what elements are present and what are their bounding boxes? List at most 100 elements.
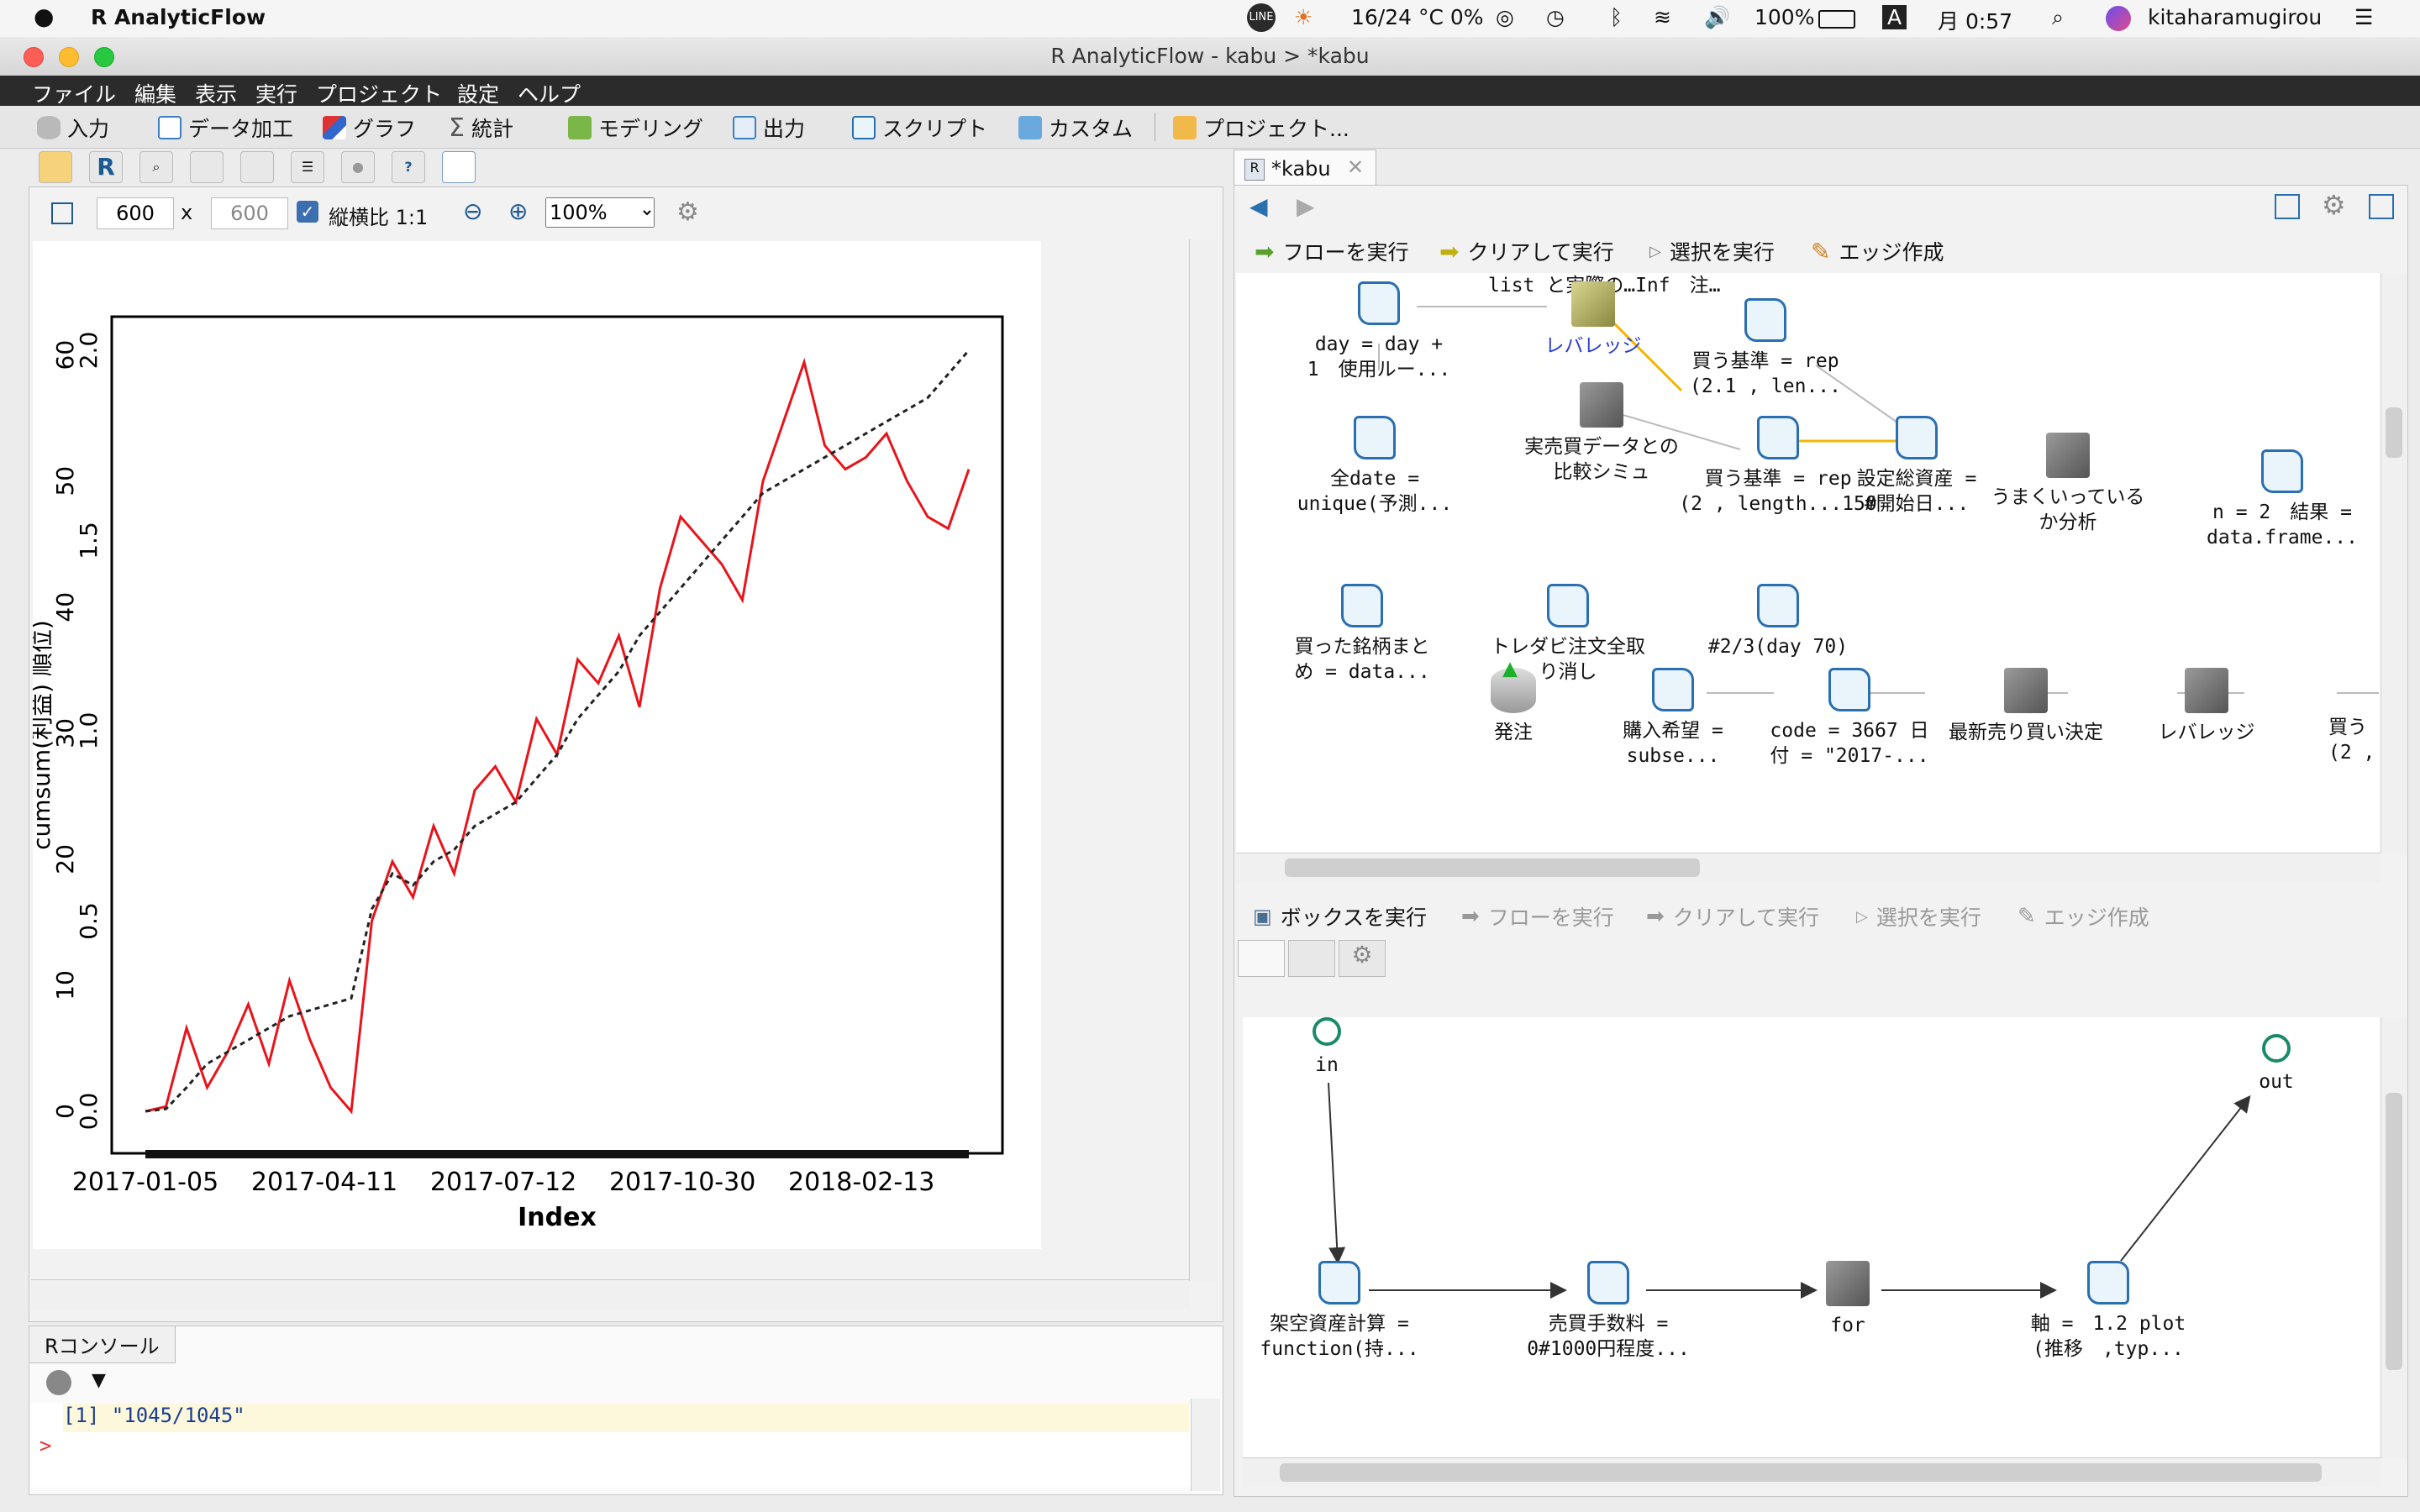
create-edge-button[interactable]: ✎ エッジ作成 — [1811, 236, 1944, 266]
flow-node-result-frame[interactable]: n = 2 結果 = data.frame... — [2186, 449, 2379, 550]
help-icon[interactable]: ? — [392, 151, 425, 183]
run-selection-button[interactable]: ▷ 選択を実行 — [1649, 236, 1775, 266]
flow-node-day[interactable]: day = day + 1 使用ルー... — [1303, 281, 1455, 382]
clear-run-button[interactable]: ➡ クリアして実行 — [1439, 236, 1614, 266]
flow-node-leverage-selected[interactable]: レバレッジ — [1530, 281, 1656, 359]
properties-icon[interactable] — [2369, 194, 2394, 219]
menu-edit[interactable]: 編集 — [134, 78, 176, 108]
plot-tab-icon[interactable] — [442, 151, 476, 183]
run-flow-button[interactable]: ➡ フローを実行 — [1255, 236, 1408, 266]
run-box-button[interactable]: ▣ ボックスを実行 — [1253, 901, 1427, 932]
toolbar-graph[interactable]: グラフ — [323, 113, 416, 143]
mac-app-name[interactable]: R AnalyticFlow — [91, 5, 266, 29]
flow-node-leverage[interactable]: レバレッジ — [2144, 668, 2270, 745]
plot-horizontal-scrollbar[interactable] — [31, 1279, 1189, 1309]
box-node-plot[interactable]: 軸 = 1.2 plot (推移 ,typ... — [2007, 1261, 2209, 1362]
toolbar-data-processing[interactable]: データ加工 — [158, 113, 293, 143]
wifi-icon[interactable]: ≋ — [1654, 5, 1671, 29]
files-tab-icon[interactable] — [39, 151, 72, 183]
forward-arrow-icon[interactable]: ▶ — [1297, 192, 1315, 220]
flow-node-all-date[interactable]: 全date = unique(予測... — [1286, 416, 1463, 517]
flow-node-code[interactable]: code = 3667 日 付 = "2017-... — [1757, 668, 1942, 769]
box-node-in[interactable]: in — [1293, 1017, 1360, 1078]
editor-settings-icon[interactable]: ⚙ — [2322, 189, 2346, 221]
close-tab-icon[interactable]: ✕ — [1347, 155, 1364, 179]
plot-vertical-scrollbar[interactable] — [1189, 239, 1217, 1281]
user-name[interactable]: kitaharamugirou — [2148, 5, 2322, 29]
box-clear-run-button[interactable]: ➡ クリアして実行 — [1646, 901, 1819, 932]
battery-icon[interactable] — [1818, 10, 1855, 29]
toolbar-script[interactable]: スクリプト — [852, 113, 987, 143]
menu-settings[interactable]: 設定 — [457, 78, 499, 108]
flow-vertical-scrollbar[interactable] — [2381, 273, 2407, 853]
box-node-out[interactable]: out — [2243, 1034, 2310, 1095]
menu-project[interactable]: プロジェクト — [316, 78, 442, 108]
toolbar-project[interactable]: プロジェクト... — [1173, 113, 1349, 143]
zoom-select[interactable]: 100% — [545, 197, 655, 228]
search-tab-icon[interactable]: ⌕ — [139, 151, 173, 183]
box-node-for[interactable]: for — [1814, 1261, 1881, 1338]
flow-vscroll-thumb[interactable] — [2386, 407, 2402, 458]
box-hscroll-thumb[interactable] — [1280, 1463, 2322, 1482]
aspect-ratio-checkbox[interactable]: ✓ — [297, 201, 318, 223]
flow-node-latest-decision[interactable]: 最新売り買い決定 — [1925, 668, 2127, 745]
siri-icon[interactable] — [2106, 6, 2131, 31]
sync-icon[interactable]: ◎ — [1496, 5, 1514, 29]
inspect-icon[interactable] — [240, 151, 274, 183]
menu-file[interactable]: ファイル — [32, 78, 116, 108]
plot-width-field[interactable] — [97, 197, 174, 229]
toolbar-modeling[interactable]: モデリング — [568, 113, 703, 143]
plot-height-field[interactable] — [211, 197, 288, 229]
time-machine-icon[interactable]: ◷ — [1546, 5, 1565, 29]
box-horizontal-scrollbar[interactable] — [1243, 1457, 2381, 1487]
apple-icon[interactable]: ● — [34, 3, 54, 30]
console-prompt[interactable]: > — [39, 1434, 51, 1457]
box-create-edge-button[interactable]: ✎ エッジ作成 — [2018, 901, 2149, 932]
toolbar-custom[interactable]: カスタム — [1018, 113, 1133, 143]
toolbar-statistics[interactable]: Σ 統計 — [449, 113, 513, 143]
list-icon[interactable]: ☰ — [291, 151, 324, 183]
box-tab-settings-icon[interactable]: ⚙ — [1339, 940, 1386, 977]
box-vertical-scrollbar[interactable] — [2381, 1017, 2407, 1458]
menu-view[interactable]: 表示 — [195, 78, 237, 108]
flow-node-order[interactable]: ▲ 発注 — [1471, 656, 1555, 745]
console-dropdown-icon[interactable]: ▼ — [92, 1370, 106, 1391]
flow-horizontal-scrollbar[interactable] — [1236, 853, 2381, 882]
box-node-fee[interactable]: 売買手数料 = 0#1000円程度... — [1512, 1261, 1705, 1362]
back-arrow-icon[interactable]: ◀ — [1249, 192, 1268, 220]
box-run-selection-button[interactable]: ▷ 選択を実行 — [1856, 901, 1981, 932]
zoom-out-icon[interactable]: ⊖ — [463, 197, 482, 225]
flow-hscroll-thumb[interactable] — [1285, 858, 1700, 877]
flow-node-analysis[interactable]: うまくいっている か分析 — [1975, 433, 2160, 535]
console-tab[interactable]: Rコンソール — [29, 1326, 176, 1363]
flow-node-day70[interactable]: #2/3(day 70) — [1690, 584, 1866, 659]
box-vscroll-thumb[interactable] — [2386, 1093, 2402, 1370]
menu-run[interactable]: 実行 — [255, 78, 297, 108]
zoom-in-icon[interactable]: ⊕ — [508, 197, 528, 225]
flow-node-purchase-wish[interactable]: 購入希望 = subse... — [1589, 668, 1757, 769]
record-icon[interactable]: ● — [341, 151, 375, 183]
toolbar-output[interactable]: 出力 — [733, 113, 805, 143]
toolbar-input[interactable]: 入力 — [37, 113, 109, 143]
box-node-asset-calc[interactable]: 架空資産計算 = function(持... — [1251, 1261, 1428, 1362]
menubar-clock[interactable]: 月 0:57 — [1938, 5, 2012, 35]
console-scrollbar[interactable] — [1191, 1399, 1220, 1491]
fit-size-icon[interactable] — [51, 202, 73, 224]
box-tab-script-icon[interactable] — [1288, 940, 1335, 977]
line-icon[interactable]: LINE — [1247, 3, 1276, 32]
notification-center-icon[interactable]: ☰ — [2354, 5, 2373, 29]
input-mode-indicator[interactable]: A — [1882, 5, 1907, 29]
flow-node-bought-summary[interactable]: 買った銘柄まと め = data... — [1270, 584, 1455, 685]
box-tab-overview-icon[interactable] — [1238, 940, 1285, 977]
r-tab-icon[interactable]: R — [89, 151, 123, 183]
save-icon[interactable] — [2275, 194, 2300, 219]
object-browser-icon[interactable] — [190, 151, 224, 183]
volume-icon[interactable]: 🔊 — [1704, 5, 1730, 30]
box-run-flow-button[interactable]: ➡ フローを実行 — [1461, 901, 1614, 932]
spotlight-icon[interactable]: ⌕ — [2052, 5, 2064, 30]
plot-settings-icon[interactable]: ⚙ — [676, 197, 699, 227]
bluetooth-icon[interactable]: ᛒ — [1610, 5, 1623, 29]
console-stop-icon[interactable] — [46, 1370, 71, 1395]
editor-tab[interactable]: R *kabu ✕ — [1234, 150, 1376, 187]
weather-text[interactable]: 16/24 °C 0% — [1351, 5, 1484, 29]
